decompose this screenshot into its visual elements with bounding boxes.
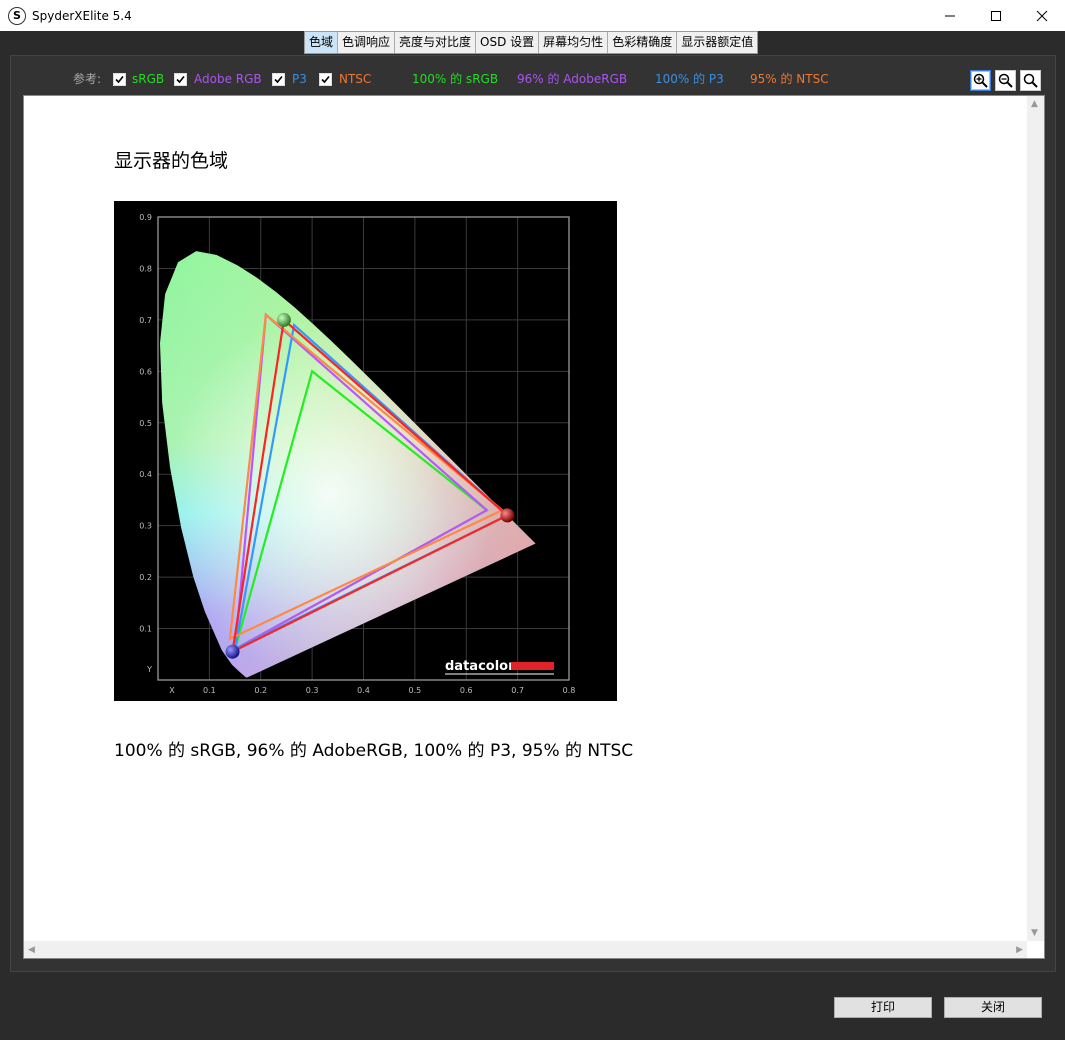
zoom-out-icon [998,73,1013,88]
ntsc-checkbox[interactable] [319,73,332,86]
scroll-left-icon[interactable]: ◀ [28,945,35,955]
scroll-up-icon[interactable]: ▲ [1031,99,1038,109]
x-tick-label: 0.5 [409,686,422,695]
gamut-chart: 0.1 0.2 0.3 0.4 0.5 0.6 0.7 0.8 0.1 0.2 0.3 0.4 0.5 0… [114,201,617,701]
tab-color-accuracy[interactable]: 色彩精确度 [608,32,678,53]
brand-bar [511,662,554,670]
tab-brightness-contrast[interactable]: 亮度与对比度 [395,32,477,53]
check-icon [321,75,330,84]
x-tick-label: 0.6 [460,686,473,695]
y-tick-label: 0.6 [139,367,152,376]
srgb-result: 100% 的 sRGB [412,72,499,86]
check-icon [274,75,283,84]
check-icon [115,75,124,84]
x-axis-label: X [169,686,175,695]
green-primary-marker [276,312,291,327]
ntsc-result: 95% 的 NTSC [750,72,829,86]
y-tick-label: 0.5 [139,419,152,428]
y-tick-label: 0.3 [139,522,152,531]
report-viewport: 显示器的色域 0.1 0.2 0.3 0.4 0.5 0.6 0.7 0.8 0… [23,95,1045,959]
maximize-icon [991,10,1001,21]
close-button[interactable]: 关闭 [944,997,1042,1018]
gamut-chart-svg: 0.1 0.2 0.3 0.4 0.5 0.6 0.7 0.8 0.1 0.2 0.3 0.4 0.5 0… [139,213,576,695]
gamut-summary: 100% 的 sRGB, 96% 的 AdobeRGB, 100% 的 P3, … [114,741,634,761]
adobe-rgb-result: 96% 的 AdobeRGB [517,72,628,86]
tab-tone-response[interactable]: 色调响应 [338,32,396,53]
app-icon: S [8,6,26,25]
main-panel: 参考: sRGB Adobe RGB P3 NTSC 100% 的 sRGB 9… [10,55,1056,972]
x-tick-label: 0.3 [306,686,319,695]
print-button[interactable]: 打印 [834,997,932,1018]
minimize-icon [945,15,955,16]
y-axis-label: Y [146,665,152,674]
y-tick-label: 0.8 [139,264,152,273]
ntsc-legend-label: NTSC [339,72,372,86]
srgb-legend-label: sRGB [132,72,165,86]
x-tick-label: 0.8 [563,686,576,695]
tab-bar: 色域 色调响应 亮度与对比度 OSD 设置 屏幕均匀性 色彩精确度 显示器额定值 [304,31,759,54]
datacolor-logo: datacolor [445,659,554,675]
horizontal-scrollbar[interactable]: ◀ ▶ [24,941,1027,958]
scroll-down-icon[interactable]: ▼ [1031,928,1038,938]
x-tick-label: 0.4 [357,686,370,695]
tab-osd-settings[interactable]: OSD 设置 [476,32,540,53]
red-primary-marker [500,508,515,523]
p3-result: 100% 的 P3 [655,72,724,86]
scroll-right-icon[interactable]: ▶ [1016,945,1023,955]
zoom-out-button[interactable] [995,70,1016,91]
report-title: 显示器的色域 [114,150,229,172]
close-icon [1036,10,1048,21]
scroll-corner [1027,941,1044,958]
close-window-button[interactable] [1019,0,1065,31]
check-icon [176,75,185,84]
y-tick-label: 0.7 [139,316,152,325]
window-title: SpyderXElite 5.4 [32,8,132,23]
reference-label: 参考: [73,72,102,86]
zoom-toolbar [970,70,1041,91]
x-tick-label: 0.1 [203,686,216,695]
zoom-in-button[interactable] [970,70,991,91]
p3-legend-label: P3 [292,72,307,86]
y-tick-label: 0.9 [139,213,152,222]
srgb-checkbox[interactable] [113,73,126,86]
maximize-button[interactable] [973,0,1019,31]
brand-label: datacolor [445,659,515,674]
p3-checkbox[interactable] [272,73,285,86]
x-tick-label: 0.7 [511,686,524,695]
tab-gamut[interactable]: 色域 [305,32,339,53]
search-icon [1023,73,1038,88]
blue-primary-marker [225,644,240,659]
x-tick-label: 0.2 [254,686,267,695]
zoom-in-icon [973,73,988,88]
y-tick-label: 0.1 [139,625,152,634]
zoom-fit-button[interactable] [1020,70,1041,91]
reference-legend: 参考: sRGB Adobe RGB P3 NTSC 100% 的 sRGB 9… [73,70,893,88]
adobe-rgb-legend-label: Adobe RGB [194,72,262,86]
title-bar: S SpyderXElite 5.4 [0,0,1065,31]
tab-screen-uniformity[interactable]: 屏幕均匀性 [539,32,609,53]
y-tick-label: 0.4 [139,470,152,479]
vertical-scrollbar[interactable]: ▲ ▼ [1027,96,1044,941]
adobe-rgb-checkbox[interactable] [174,73,187,86]
minimize-button[interactable] [927,0,973,31]
tab-display-rating[interactable]: 显示器额定值 [677,32,758,53]
y-tick-label: 0.2 [139,573,152,582]
window-controls [927,0,1065,31]
